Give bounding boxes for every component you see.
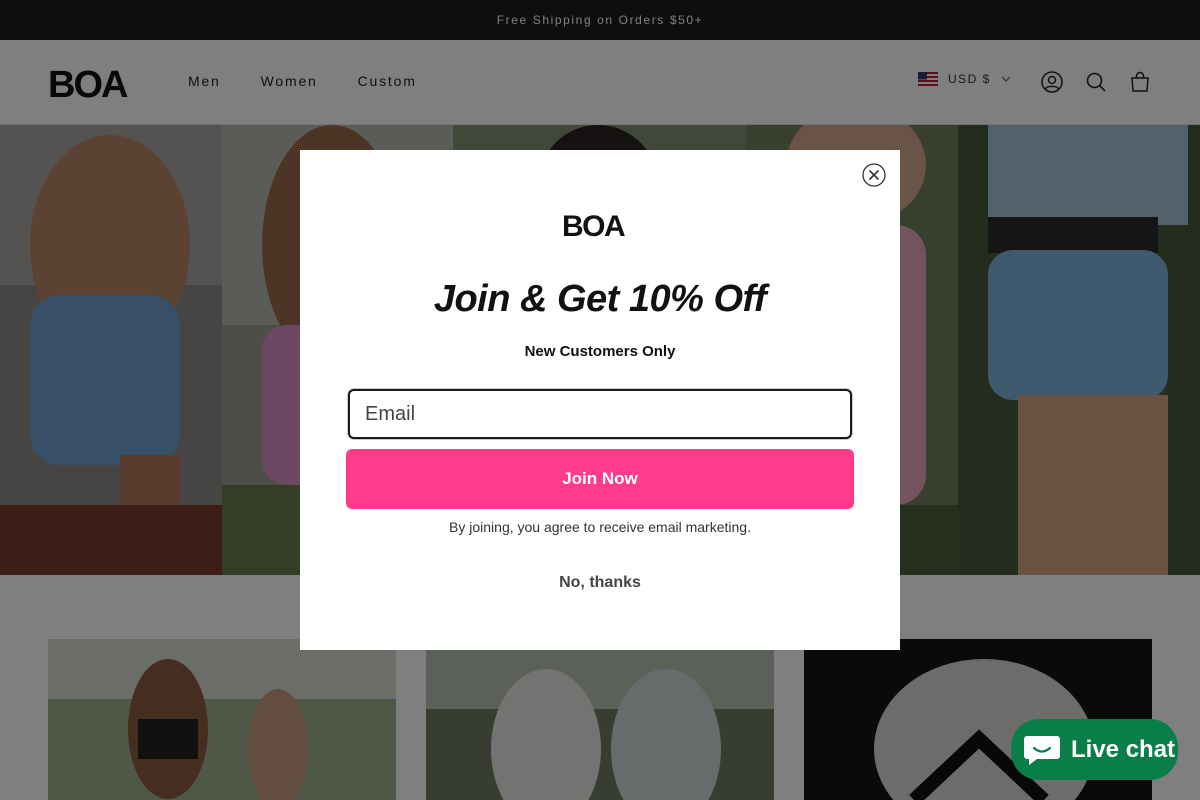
live-chat-label: Live chat [1071, 735, 1176, 763]
modal-subtitle: New Customers Only [524, 343, 676, 360]
no-thanks-button[interactable]: No, thanks [300, 574, 900, 592]
close-icon[interactable] [862, 163, 886, 187]
email-input[interactable] [348, 389, 852, 439]
chat-bubble-icon [1024, 735, 1060, 765]
live-chat-button[interactable]: Live chat [1011, 719, 1178, 780]
signup-modal: BOA Join & Get 10% Off New Customers Onl… [300, 150, 900, 650]
email-disclaimer: By joining, you agree to receive email m… [449, 519, 751, 535]
modal-title: Join & Get 10% Off [433, 278, 767, 320]
svg-text:BOA: BOA [562, 210, 625, 238]
join-now-button[interactable]: Join Now [346, 449, 854, 509]
modal-boa-logo: BOA [562, 210, 627, 238]
